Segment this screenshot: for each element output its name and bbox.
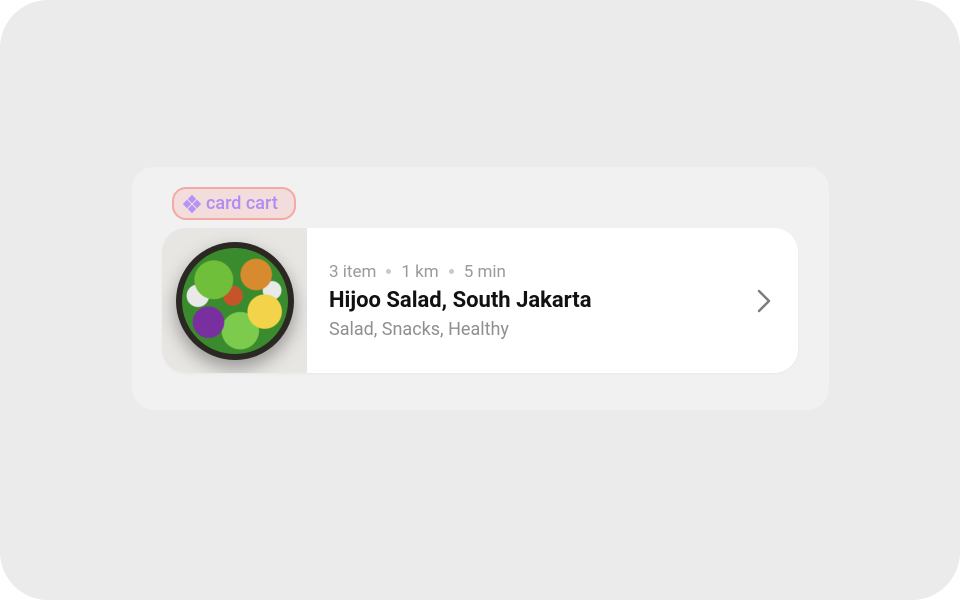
restaurant-categories: Salad, Snacks, Healthy bbox=[329, 319, 746, 340]
restaurant-thumbnail bbox=[162, 228, 307, 373]
component-panel: card cart 3 item 1 km 5 min Hijoo Salad,… bbox=[132, 167, 829, 410]
design-canvas: card cart 3 item 1 km 5 min Hijoo Salad,… bbox=[0, 0, 960, 600]
component-tag-label: card cart bbox=[206, 193, 278, 214]
chevron-right-icon[interactable] bbox=[746, 283, 782, 319]
separator-dot-icon bbox=[386, 269, 391, 274]
meta-row: 3 item 1 km 5 min bbox=[329, 262, 746, 282]
card-text: 3 item 1 km 5 min Hijoo Salad, South Jak… bbox=[329, 262, 746, 340]
separator-dot-icon bbox=[449, 269, 454, 274]
meta-distance: 1 km bbox=[401, 262, 438, 282]
meta-items: 3 item bbox=[329, 262, 376, 282]
component-icon bbox=[184, 196, 200, 212]
cart-card[interactable]: 3 item 1 km 5 min Hijoo Salad, South Jak… bbox=[162, 228, 798, 373]
component-tag[interactable]: card cart bbox=[172, 187, 296, 220]
food-bowl-illustration bbox=[176, 242, 294, 360]
meta-time: 5 min bbox=[464, 262, 506, 282]
card-body: 3 item 1 km 5 min Hijoo Salad, South Jak… bbox=[307, 228, 798, 373]
restaurant-title: Hijoo Salad, South Jakarta bbox=[329, 288, 746, 313]
